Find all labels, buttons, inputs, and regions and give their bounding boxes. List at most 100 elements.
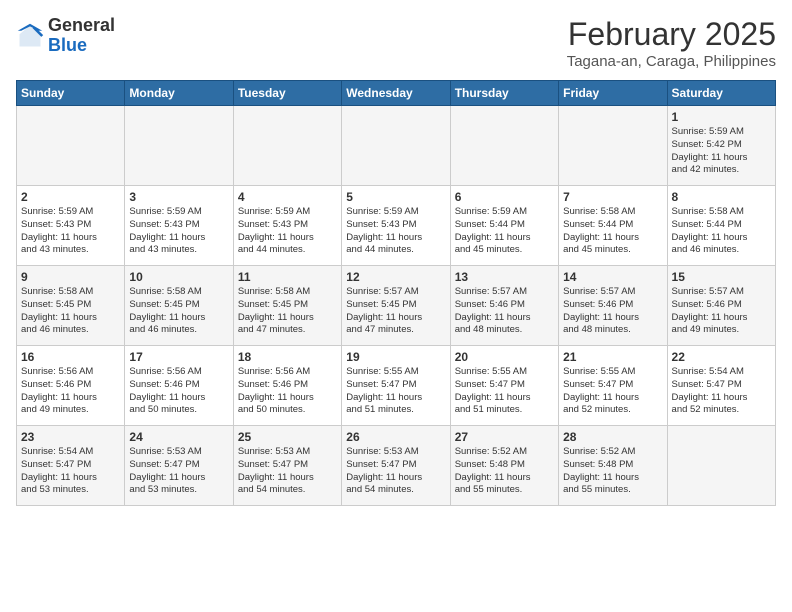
day-number: 16 bbox=[21, 350, 120, 364]
calendar-cell: 18 Sunrise: 5:56 AMSunset: 5:46 PMDayligh… bbox=[233, 346, 341, 426]
calendar-cell: 24 Sunrise: 5:53 AMSunset: 5:47 PMDayligh… bbox=[125, 426, 233, 506]
day-info: Sunrise: 5:59 AMSunset: 5:43 PMDaylight:… bbox=[238, 206, 337, 257]
calendar-cell: 21 Sunrise: 5:55 AMSunset: 5:47 PMDayligh… bbox=[559, 346, 667, 426]
calendar-cell bbox=[450, 106, 558, 186]
day-number: 18 bbox=[238, 350, 337, 364]
day-number: 19 bbox=[346, 350, 445, 364]
day-number: 11 bbox=[238, 270, 337, 284]
weekday-header-tuesday: Tuesday bbox=[233, 81, 341, 106]
weekday-header-thursday: Thursday bbox=[450, 81, 558, 106]
calendar-week-row: 23 Sunrise: 5:54 AMSunset: 5:47 PMDayligh… bbox=[17, 426, 776, 506]
day-info: Sunrise: 5:53 AMSunset: 5:47 PMDaylight:… bbox=[238, 446, 337, 497]
day-info: Sunrise: 5:56 AMSunset: 5:46 PMDaylight:… bbox=[238, 366, 337, 417]
day-info: Sunrise: 5:58 AMSunset: 5:45 PMDaylight:… bbox=[21, 286, 120, 337]
weekday-header-monday: Monday bbox=[125, 81, 233, 106]
calendar-cell: 22 Sunrise: 5:54 AMSunset: 5:47 PMDayligh… bbox=[667, 346, 775, 426]
calendar-cell bbox=[125, 106, 233, 186]
day-number: 4 bbox=[238, 190, 337, 204]
day-info: Sunrise: 5:54 AMSunset: 5:47 PMDaylight:… bbox=[21, 446, 120, 497]
day-number: 27 bbox=[455, 430, 554, 444]
logo-general: General bbox=[48, 16, 115, 36]
day-info: Sunrise: 5:52 AMSunset: 5:48 PMDaylight:… bbox=[455, 446, 554, 497]
calendar-cell: 11 Sunrise: 5:58 AMSunset: 5:45 PMDayligh… bbox=[233, 266, 341, 346]
day-info: Sunrise: 5:55 AMSunset: 5:47 PMDaylight:… bbox=[346, 366, 445, 417]
day-number: 10 bbox=[129, 270, 228, 284]
day-info: Sunrise: 5:57 AMSunset: 5:46 PMDaylight:… bbox=[455, 286, 554, 337]
calendar-week-row: 16 Sunrise: 5:56 AMSunset: 5:46 PMDayligh… bbox=[17, 346, 776, 426]
logo: General Blue bbox=[16, 16, 115, 56]
day-info: Sunrise: 5:53 AMSunset: 5:47 PMDaylight:… bbox=[129, 446, 228, 497]
day-info: Sunrise: 5:53 AMSunset: 5:47 PMDaylight:… bbox=[346, 446, 445, 497]
day-info: Sunrise: 5:55 AMSunset: 5:47 PMDaylight:… bbox=[455, 366, 554, 417]
weekday-header-saturday: Saturday bbox=[667, 81, 775, 106]
calendar-cell: 26 Sunrise: 5:53 AMSunset: 5:47 PMDayligh… bbox=[342, 426, 450, 506]
calendar-title: February 2025 bbox=[567, 16, 776, 53]
calendar-cell: 6Sunrise: 5:59 AMSunset: 5:44 PMDaylight… bbox=[450, 186, 558, 266]
calendar-cell bbox=[559, 106, 667, 186]
day-info: Sunrise: 5:58 AMSunset: 5:45 PMDaylight:… bbox=[238, 286, 337, 337]
calendar-cell: 12 Sunrise: 5:57 AMSunset: 5:45 PMDayligh… bbox=[342, 266, 450, 346]
title-block: February 2025 Tagana-an, Caraga, Philipp… bbox=[567, 16, 776, 70]
day-number: 22 bbox=[672, 350, 771, 364]
day-number: 23 bbox=[21, 430, 120, 444]
day-number: 15 bbox=[672, 270, 771, 284]
calendar-cell: 4 Sunrise: 5:59 AMSunset: 5:43 PMDaylight… bbox=[233, 186, 341, 266]
day-number: 28 bbox=[563, 430, 662, 444]
day-info: Sunrise: 5:58 AMSunset: 5:44 PMDaylight:… bbox=[563, 206, 662, 257]
calendar-cell: 2Sunrise: 5:59 AMSunset: 5:43 PMDaylight… bbox=[17, 186, 125, 266]
calendar-cell: 17 Sunrise: 5:56 AMSunset: 5:46 PMDayligh… bbox=[125, 346, 233, 426]
calendar-week-row: 1Sunrise: 5:59 AMSunset: 5:42 PMDaylight… bbox=[17, 106, 776, 186]
day-number: 26 bbox=[346, 430, 445, 444]
weekday-row: SundayMondayTuesdayWednesdayThursdayFrid… bbox=[17, 81, 776, 106]
logo-blue: Blue bbox=[48, 36, 115, 56]
day-info: Sunrise: 5:59 AMSunset: 5:43 PMDaylight:… bbox=[21, 206, 120, 257]
day-number: 7 bbox=[563, 190, 662, 204]
calendar-cell: 15 Sunrise: 5:57 AMSunset: 5:46 PMDayligh… bbox=[667, 266, 775, 346]
calendar-cell: 16 Sunrise: 5:56 AMSunset: 5:46 PMDayligh… bbox=[17, 346, 125, 426]
day-info: Sunrise: 5:54 AMSunset: 5:47 PMDaylight:… bbox=[672, 366, 771, 417]
calendar-week-row: 2Sunrise: 5:59 AMSunset: 5:43 PMDaylight… bbox=[17, 186, 776, 266]
day-info: Sunrise: 5:57 AMSunset: 5:46 PMDaylight:… bbox=[672, 286, 771, 337]
logo-icon bbox=[16, 22, 44, 50]
day-info: Sunrise: 5:57 AMSunset: 5:45 PMDaylight:… bbox=[346, 286, 445, 337]
day-info: Sunrise: 5:57 AMSunset: 5:46 PMDaylight:… bbox=[563, 286, 662, 337]
day-number: 25 bbox=[238, 430, 337, 444]
calendar-cell: 23 Sunrise: 5:54 AMSunset: 5:47 PMDayligh… bbox=[17, 426, 125, 506]
calendar-cell bbox=[17, 106, 125, 186]
day-info: Sunrise: 5:56 AMSunset: 5:46 PMDaylight:… bbox=[129, 366, 228, 417]
day-info: Sunrise: 5:55 AMSunset: 5:47 PMDaylight:… bbox=[563, 366, 662, 417]
logo-text: General Blue bbox=[48, 16, 115, 56]
calendar-cell: 9 Sunrise: 5:58 AMSunset: 5:45 PMDaylight… bbox=[17, 266, 125, 346]
calendar-cell: 8 Sunrise: 5:58 AMSunset: 5:44 PMDaylight… bbox=[667, 186, 775, 266]
day-info: Sunrise: 5:59 AMSunset: 5:43 PMDaylight:… bbox=[346, 206, 445, 257]
weekday-header-friday: Friday bbox=[559, 81, 667, 106]
day-info: Sunrise: 5:58 AMSunset: 5:45 PMDaylight:… bbox=[129, 286, 228, 337]
weekday-header-wednesday: Wednesday bbox=[342, 81, 450, 106]
calendar-header: SundayMondayTuesdayWednesdayThursdayFrid… bbox=[17, 81, 776, 106]
calendar-cell: 14 Sunrise: 5:57 AMSunset: 5:46 PMDayligh… bbox=[559, 266, 667, 346]
calendar-cell: 1Sunrise: 5:59 AMSunset: 5:42 PMDaylight… bbox=[667, 106, 775, 186]
day-info: Sunrise: 5:56 AMSunset: 5:46 PMDaylight:… bbox=[21, 366, 120, 417]
day-number: 20 bbox=[455, 350, 554, 364]
weekday-header-sunday: Sunday bbox=[17, 81, 125, 106]
calendar-table: SundayMondayTuesdayWednesdayThursdayFrid… bbox=[16, 80, 776, 506]
day-number: 12 bbox=[346, 270, 445, 284]
calendar-cell bbox=[233, 106, 341, 186]
day-info: Sunrise: 5:59 AMSunset: 5:43 PMDaylight:… bbox=[129, 206, 228, 257]
calendar-week-row: 9 Sunrise: 5:58 AMSunset: 5:45 PMDaylight… bbox=[17, 266, 776, 346]
page-header: General Blue February 2025 Tagana-an, Ca… bbox=[16, 16, 776, 70]
day-number: 14 bbox=[563, 270, 662, 284]
day-number: 13 bbox=[455, 270, 554, 284]
day-number: 8 bbox=[672, 190, 771, 204]
calendar-subtitle: Tagana-an, Caraga, Philippines bbox=[567, 53, 776, 70]
calendar-cell: 27 Sunrise: 5:52 AMSunset: 5:48 PMDayligh… bbox=[450, 426, 558, 506]
day-info: Sunrise: 5:58 AMSunset: 5:44 PMDaylight:… bbox=[672, 206, 771, 257]
day-number: 17 bbox=[129, 350, 228, 364]
calendar-cell bbox=[667, 426, 775, 506]
day-number: 9 bbox=[21, 270, 120, 284]
day-number: 24 bbox=[129, 430, 228, 444]
day-number: 21 bbox=[563, 350, 662, 364]
calendar-cell: 20 Sunrise: 5:55 AMSunset: 5:47 PMDayligh… bbox=[450, 346, 558, 426]
calendar-cell: 28Sunrise: 5:52 AMSunset: 5:48 PMDayligh… bbox=[559, 426, 667, 506]
calendar-cell bbox=[342, 106, 450, 186]
